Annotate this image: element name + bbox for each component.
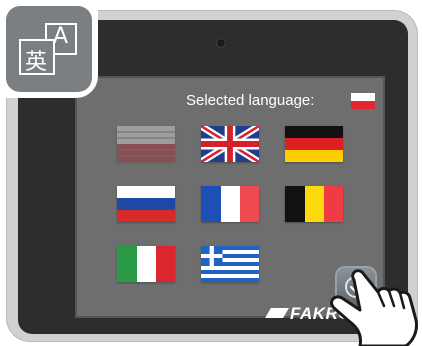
badge-cjk-glyph: 英 [25,50,48,75]
brand-mark [265,308,289,318]
flag-english-uk[interactable] [201,126,259,162]
flag-german[interactable] [285,126,343,162]
flag-greek[interactable] [201,246,259,282]
flag-polish[interactable] [117,126,175,162]
language-app-badge: A 英 [0,0,98,98]
selected-language-flag [351,93,375,109]
flag-russian[interactable] [117,186,175,222]
flag-belgian[interactable] [285,186,343,222]
badge-latin-glyph: A [53,24,69,49]
flag-italian[interactable] [117,246,175,282]
pointing-hand-icon [330,269,418,346]
translate-icon: A 英 [6,6,92,92]
selected-language-label: Selected language: [186,92,315,109]
camera-icon [216,38,226,48]
flag-french[interactable] [201,186,259,222]
